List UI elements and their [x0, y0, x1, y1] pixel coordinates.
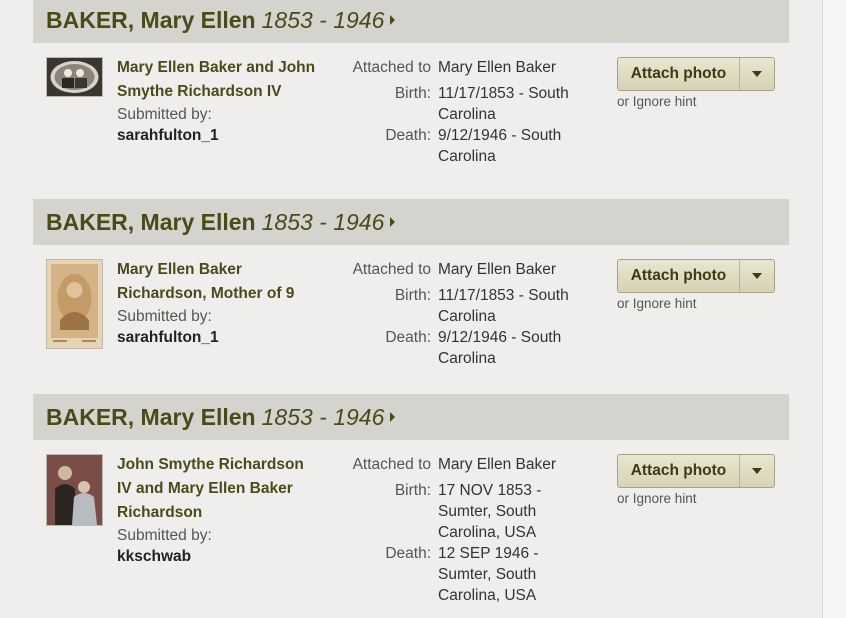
submitted-by-label: Submitted by:	[117, 527, 212, 544]
caret-down-icon	[752, 468, 762, 474]
photo-title[interactable]: Mary Ellen Baker and John Smythe Richard…	[117, 56, 322, 146]
attached-value: Mary Ellen Baker	[438, 456, 557, 473]
life-dates: 1853 - 1946	[261, 6, 385, 33]
cabinet-card-portrait-image	[47, 260, 102, 348]
attached-label: Attached to	[352, 456, 431, 473]
chevron-right-icon	[390, 15, 396, 25]
birth-row: Birth: 11/17/1853 - South Carolina	[340, 83, 580, 125]
birth-row: Birth: 11/17/1853 - South Carolina	[340, 285, 580, 327]
ignore-hint-link[interactable]: or Ignore hint	[617, 94, 697, 109]
record-header[interactable]: BAKER, Mary Ellen 1853 - 1946	[33, 0, 789, 43]
death-label: Death:	[385, 545, 431, 562]
birth-value: 17 NOV 1853 - Sumter, South Carolina, US…	[438, 482, 542, 541]
photo-title-text[interactable]: John Smythe Richardson IV and Mary Ellen…	[117, 456, 304, 521]
birth-label: Birth:	[394, 482, 431, 499]
ignore-hint-link[interactable]: or Ignore hint	[617, 296, 697, 311]
attached-row: Attached to Mary Ellen Baker	[340, 259, 580, 280]
death-label: Death:	[385, 329, 431, 346]
submitter-name[interactable]: sarahfulton_1	[117, 126, 322, 146]
photo-title[interactable]: Mary Ellen Baker Richardson, Mother of 9…	[117, 258, 322, 348]
submitter-name[interactable]: sarahfulton_1	[117, 328, 322, 348]
oval-portrait-image	[47, 58, 102, 96]
photo-title-text[interactable]: Mary Ellen Baker Richardson, Mother of 9	[117, 261, 294, 302]
attached-row: Attached to Mary Ellen Baker	[340, 454, 580, 475]
record-facts: Attached to Mary Ellen Baker Birth: 11/1…	[340, 57, 580, 167]
death-value: 9/12/1946 - South Carolina	[438, 127, 562, 165]
caret-down-icon	[752, 71, 762, 77]
couple-portrait-image	[47, 455, 102, 525]
death-row: Death: 9/12/1946 - South Carolina	[340, 327, 580, 369]
death-row: Death: 9/12/1946 - South Carolina	[340, 125, 580, 167]
attach-photo-button[interactable]: Attach photo	[617, 259, 775, 293]
life-dates: 1853 - 1946	[261, 208, 385, 235]
attach-options-dropdown[interactable]	[740, 58, 774, 90]
person-name[interactable]: BAKER, Mary Ellen	[46, 7, 256, 34]
chevron-right-icon	[390, 217, 396, 227]
ignore-hint-link[interactable]: or Ignore hint	[617, 491, 697, 506]
attached-label: Attached to	[352, 261, 431, 278]
attached-value: Mary Ellen Baker	[438, 261, 557, 278]
attach-options-dropdown[interactable]	[740, 455, 774, 487]
submitter-name[interactable]: kkschwab	[117, 547, 322, 567]
right-sidebar-edge	[822, 0, 846, 618]
person-name[interactable]: BAKER, Mary Ellen	[46, 209, 256, 236]
caret-down-icon	[752, 273, 762, 279]
record-header[interactable]: BAKER, Mary Ellen 1853 - 1946	[33, 199, 789, 245]
death-value: 9/12/1946 - South Carolina	[438, 329, 562, 367]
attached-row: Attached to Mary Ellen Baker	[340, 57, 580, 78]
photo-thumbnail[interactable]	[46, 57, 103, 97]
life-dates: 1853 - 1946	[261, 403, 385, 430]
birth-label: Birth:	[394, 287, 431, 304]
death-value: 12 SEP 1946 - Sumter, South Carolina, US…	[438, 545, 539, 604]
record-header[interactable]: BAKER, Mary Ellen 1853 - 1946	[33, 394, 789, 440]
birth-label: Birth:	[394, 85, 431, 102]
record-facts: Attached to Mary Ellen Baker Birth: 17 N…	[340, 454, 580, 606]
photo-title[interactable]: John Smythe Richardson IV and Mary Ellen…	[117, 453, 322, 567]
attach-photo-button[interactable]: Attach photo	[617, 57, 775, 91]
attach-photo-label[interactable]: Attach photo	[618, 260, 740, 292]
photo-thumbnail[interactable]	[46, 454, 103, 526]
birth-row: Birth: 17 NOV 1853 - Sumter, South Carol…	[340, 480, 580, 543]
person-name[interactable]: BAKER, Mary Ellen	[46, 404, 256, 431]
photo-hints-panel: BAKER, Mary Ellen 1853 - 1946 Mary Ellen…	[0, 0, 822, 618]
birth-value: 11/17/1853 - South Carolina	[438, 85, 569, 123]
submitted-by-label: Submitted by:	[117, 106, 212, 123]
attached-label: Attached to	[352, 59, 431, 76]
record-facts: Attached to Mary Ellen Baker Birth: 11/1…	[340, 259, 580, 369]
attach-photo-button[interactable]: Attach photo	[617, 454, 775, 488]
attached-value: Mary Ellen Baker	[438, 59, 557, 76]
attach-options-dropdown[interactable]	[740, 260, 774, 292]
death-row: Death: 12 SEP 1946 - Sumter, South Carol…	[340, 543, 580, 606]
submitted-by-label: Submitted by:	[117, 308, 212, 325]
attach-photo-label[interactable]: Attach photo	[618, 455, 740, 487]
death-label: Death:	[385, 127, 431, 144]
birth-value: 11/17/1853 - South Carolina	[438, 287, 569, 325]
attach-photo-label[interactable]: Attach photo	[618, 58, 740, 90]
chevron-right-icon	[390, 412, 396, 422]
photo-thumbnail[interactable]	[46, 259, 103, 349]
photo-title-text[interactable]: Mary Ellen Baker and John Smythe Richard…	[117, 59, 315, 100]
